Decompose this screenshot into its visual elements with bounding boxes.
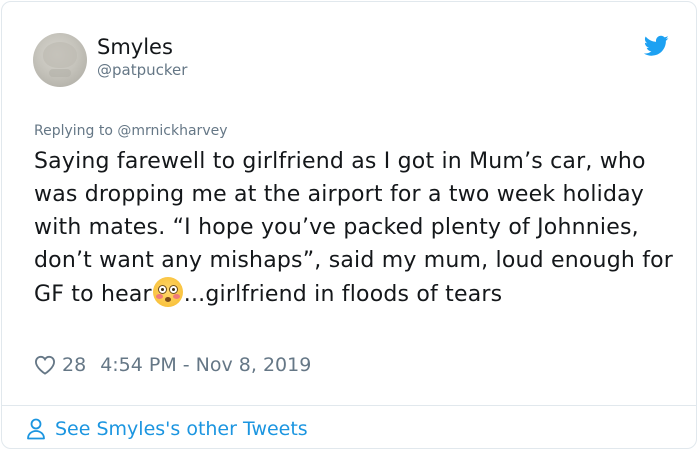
tweet-text: Saying farewell to girlfriend as I got i… [34,145,674,311]
like-count[interactable]: 28 [62,354,86,376]
reply-context: Replying to @mrnickharvey [34,122,228,140]
flushed-face-icon [152,277,183,307]
tweet-meta: 28 4:54 PM - Nov 8, 2019 [34,352,311,378]
reply-to-link[interactable]: @mrnickharvey [117,123,227,139]
see-other-tweets-label: See Smyles's other Tweets [55,418,308,440]
heart-icon[interactable] [34,355,56,375]
tweet-timestamp[interactable]: 4:54 PM - Nov 8, 2019 [100,354,311,376]
person-icon [27,418,45,440]
avatar-image-detail-lower [49,69,71,77]
twitter-bird-icon[interactable] [644,35,669,57]
tweet-card: Smyles @patpucker Replying to @mrnickhar… [1,1,697,449]
avatar[interactable] [33,33,87,87]
footer-divider [2,405,696,406]
reply-prefix: Replying to [34,123,118,139]
tweet-text-part-2: ...girlfriend in floods of tears [183,282,503,307]
author-display-name[interactable]: Smyles [97,34,173,60]
author-handle[interactable]: @patpucker [97,60,187,80]
avatar-image-detail [43,42,77,68]
see-other-tweets-link[interactable]: See Smyles's other Tweets [26,416,308,442]
